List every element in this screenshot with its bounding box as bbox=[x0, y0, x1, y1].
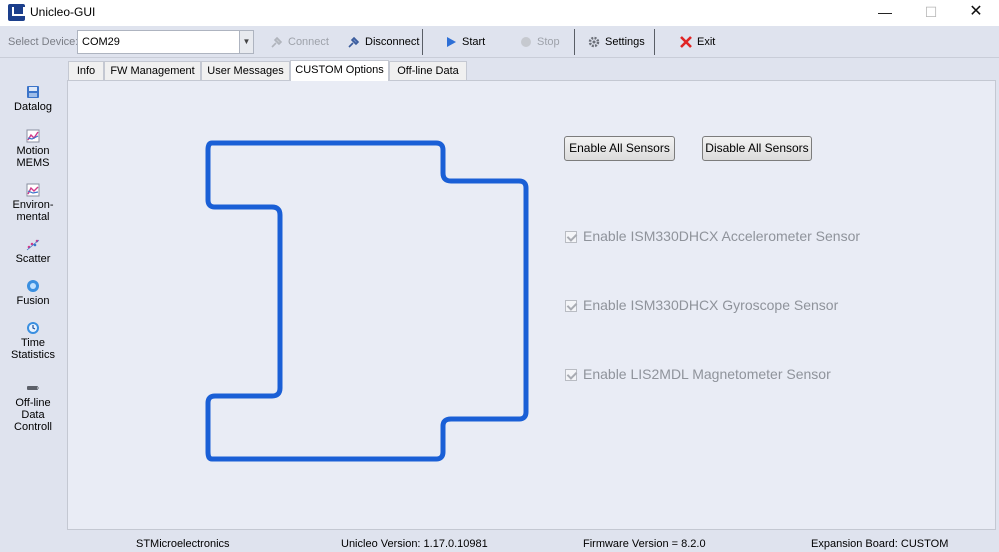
close-icon bbox=[680, 36, 692, 48]
stop-button[interactable]: Stop bbox=[519, 30, 564, 54]
chart-icon bbox=[26, 183, 40, 197]
tab-offline-data[interactable]: Off-line Data bbox=[389, 61, 467, 81]
status-unicleo-version: Unicleo Version: 1.17.0.10981 bbox=[341, 538, 488, 550]
toolbar: Select Device: COM29 ▼ Connect Disconnec… bbox=[0, 26, 999, 58]
sidebar-item-datalog[interactable]: Datalog bbox=[0, 85, 66, 113]
maximize-button[interactable]: ☐ bbox=[908, 0, 954, 26]
device-select[interactable]: COM29 ▼ bbox=[77, 30, 254, 54]
status-company: STMicroelectronics bbox=[136, 538, 230, 550]
sidebar-item-scatter[interactable]: Scatter bbox=[0, 237, 66, 265]
status-firmware-version: Firmware Version = 8.2.0 bbox=[583, 538, 706, 550]
settings-button[interactable]: Settings bbox=[587, 30, 647, 54]
select-device-label: Select Device: bbox=[8, 36, 79, 48]
gyroscope-checkbox-label: Enable ISM330DHCX Gyroscope Sensor bbox=[583, 297, 839, 313]
sidebar-item-time-statistics[interactable]: Time Statistics bbox=[0, 321, 66, 361]
board-outline-image bbox=[205, 140, 529, 462]
stop-icon bbox=[521, 37, 531, 47]
enable-all-sensors-button[interactable]: Enable All Sensors bbox=[564, 136, 675, 161]
plug-icon bbox=[348, 36, 360, 48]
scatter-plot-icon bbox=[26, 239, 40, 251]
tab-custom-options[interactable]: CUSTOM Options bbox=[290, 60, 389, 81]
exit-button[interactable]: Exit bbox=[679, 30, 719, 54]
app-logo-icon bbox=[8, 4, 25, 21]
sidebar: Datalog Motion MEMS Environ- mental Scat… bbox=[0, 58, 66, 552]
start-button[interactable]: Start bbox=[444, 30, 494, 54]
plug-icon bbox=[271, 36, 283, 48]
toolbar-separator bbox=[422, 29, 423, 55]
title-bar: Unicleo-GUI — ☐ ✕ bbox=[0, 0, 999, 26]
floppy-disk-icon bbox=[27, 86, 39, 98]
chevron-down-icon[interactable]: ▼ bbox=[239, 31, 253, 53]
sidebar-item-environmental[interactable]: Environ- mental bbox=[0, 183, 66, 223]
minimize-button[interactable]: — bbox=[862, 0, 908, 26]
disconnect-button[interactable]: Disconnect bbox=[347, 30, 419, 54]
toolbar-separator bbox=[654, 29, 655, 55]
chart-icon bbox=[26, 129, 40, 143]
window-title: Unicleo-GUI bbox=[30, 5, 96, 19]
status-expansion-board: Expansion Board: CUSTOM bbox=[811, 538, 949, 550]
magnetometer-checkbox-label: Enable LIS2MDL Magnetometer Sensor bbox=[583, 366, 831, 382]
magnetometer-checkbox[interactable] bbox=[565, 369, 577, 381]
usb-stick-icon bbox=[27, 386, 39, 390]
sidebar-item-offline-data-control[interactable]: Off-line Data Controll bbox=[0, 381, 66, 433]
gear-icon bbox=[588, 36, 600, 48]
accelerometer-checkbox[interactable] bbox=[565, 231, 577, 243]
disable-all-sensors-button[interactable]: Disable All Sensors bbox=[702, 136, 812, 161]
close-button[interactable]: ✕ bbox=[953, 0, 999, 26]
device-select-value: COM29 bbox=[82, 36, 120, 48]
status-bar: STMicroelectronics Unicleo Version: 1.17… bbox=[66, 533, 999, 552]
toolbar-separator bbox=[574, 29, 575, 55]
tab-fw-management[interactable]: FW Management bbox=[104, 61, 201, 81]
accelerometer-checkbox-label: Enable ISM330DHCX Accelerometer Sensor bbox=[583, 228, 861, 244]
connect-button[interactable]: Connect bbox=[270, 30, 330, 54]
fusion-icon bbox=[27, 280, 39, 292]
sidebar-item-motion-mems[interactable]: Motion MEMS bbox=[0, 129, 66, 169]
gyroscope-checkbox[interactable] bbox=[565, 300, 577, 312]
tab-user-messages[interactable]: User Messages bbox=[201, 61, 290, 81]
tab-info[interactable]: Info bbox=[68, 61, 104, 81]
clock-icon bbox=[27, 322, 39, 334]
sidebar-item-fusion[interactable]: Fusion bbox=[0, 279, 66, 307]
play-icon bbox=[447, 37, 456, 47]
